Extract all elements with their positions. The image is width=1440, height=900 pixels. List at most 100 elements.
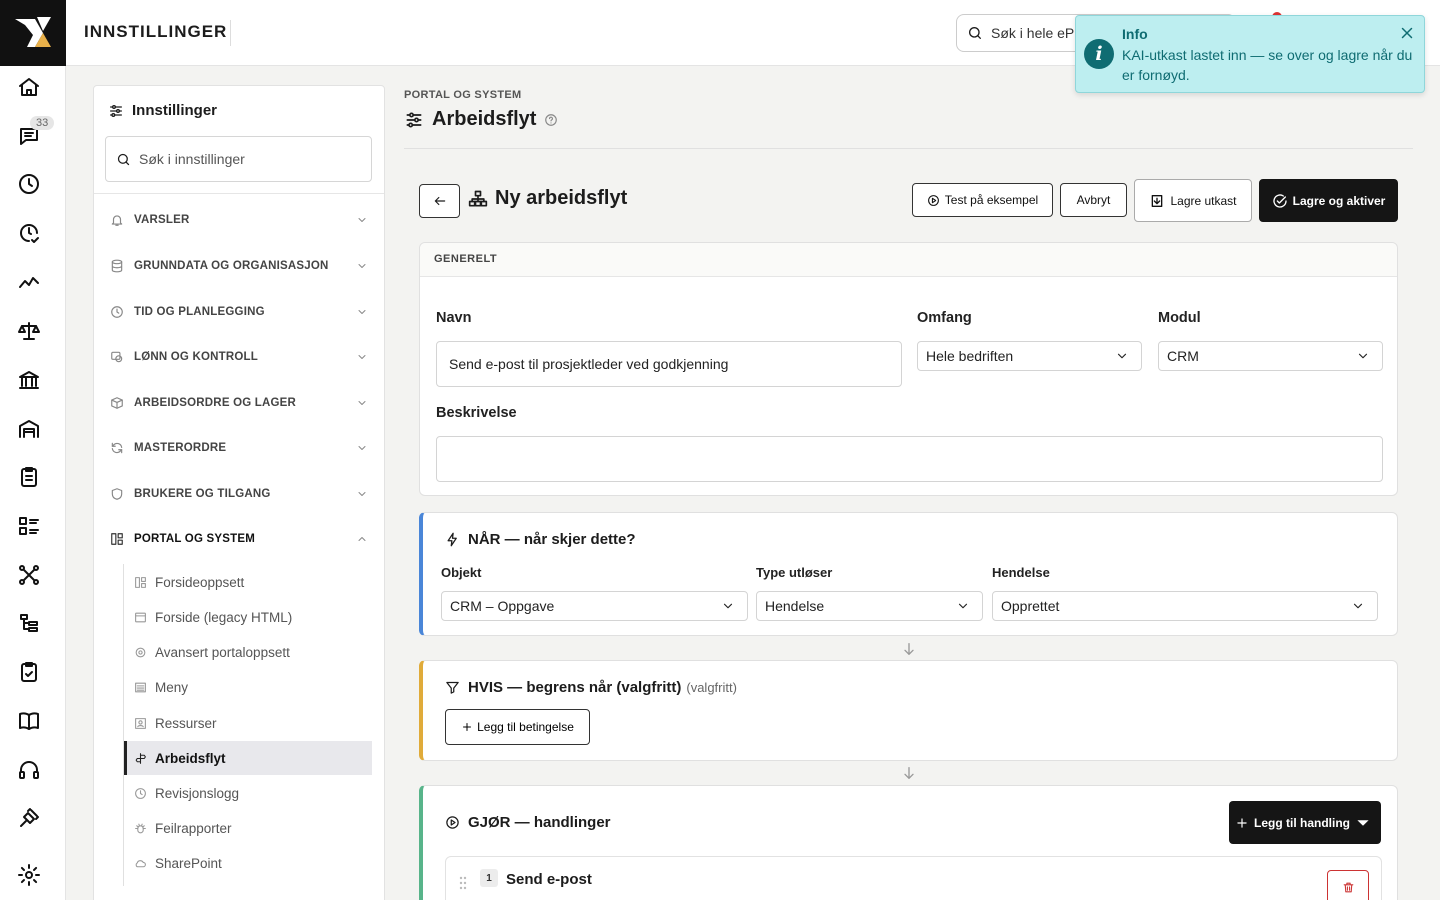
- sidebar-item-sharepoint[interactable]: SharePoint: [124, 846, 372, 880]
- section-masterordre[interactable]: MASTERORDRE: [110, 436, 368, 460]
- section-arbeidsordre[interactable]: ARBEIDSORDRE OG LAGER: [110, 391, 368, 415]
- settings-search-input[interactable]: [139, 151, 359, 167]
- chevron-down-icon: [358, 310, 366, 314]
- chevron-down-icon: [358, 446, 366, 450]
- if-title: HVIS — begrens når (valgfritt): [468, 679, 682, 696]
- event-select[interactable]: Opprettet: [992, 591, 1378, 621]
- do-card: GJØR — handlinger Legg til handling 1 Se…: [419, 785, 1398, 900]
- sidebar-item-ressurser[interactable]: Ressurser: [124, 706, 372, 740]
- module-select[interactable]: CRM: [1158, 341, 1383, 371]
- scale-icon[interactable]: [14, 316, 44, 346]
- trigger-type-label: Type utløser: [756, 565, 833, 580]
- list-details-icon[interactable]: [14, 511, 44, 541]
- clipboard-list-icon[interactable]: [14, 462, 44, 492]
- search-icon: [969, 27, 981, 39]
- sidebar-item-arbeidsflyt[interactable]: Arbeidsflyt: [124, 741, 372, 775]
- chevron-down-icon: [358, 492, 366, 496]
- plus-icon: [463, 723, 472, 731]
- general-header: GENERELT: [420, 243, 1397, 277]
- info-toast: i Info KAI-utkast lastet inn — se over o…: [1075, 15, 1425, 93]
- home-icon[interactable]: [14, 72, 44, 102]
- if-card: HVIS — begrens når (valgfritt) (valgfrit…: [419, 660, 1398, 761]
- section-label: GRUNNDATA OG ORGANISASJON: [134, 260, 329, 272]
- gear-icon[interactable]: [14, 860, 44, 890]
- section-lonn[interactable]: LØNN OG KONTROLL: [110, 345, 368, 369]
- section-portal[interactable]: PORTAL OG SYSTEM: [110, 527, 368, 551]
- when-card: NÅR — når skjer dette? Objekt CRM – Oppg…: [419, 512, 1398, 636]
- section-varsler[interactable]: VARSLER: [110, 208, 368, 232]
- drag-handle-icon[interactable]: [458, 875, 468, 891]
- section-label: ARBEIDSORDRE OG LAGER: [134, 397, 297, 409]
- name-label: Navn: [436, 310, 472, 326]
- save-activate-label: Lagre og aktiver: [1292, 193, 1386, 208]
- save-activate-button[interactable]: Lagre og aktiver: [1259, 179, 1398, 222]
- sidebar-item-label: SharePoint: [155, 855, 222, 871]
- if-optional-note: (valgfritt): [686, 680, 737, 695]
- close-icon[interactable]: [1398, 24, 1416, 42]
- add-condition-button[interactable]: Legg til betingelse: [445, 709, 590, 745]
- cancel-label: Avbryt: [1076, 193, 1111, 207]
- trend-line-icon[interactable]: [14, 267, 44, 297]
- add-condition-label: Legg til betingelse: [477, 720, 574, 734]
- event-label: Hendelse: [992, 565, 1050, 580]
- description-input[interactable]: [449, 451, 1382, 467]
- back-button[interactable]: [419, 184, 460, 218]
- toast-message: KAI-utkast lastet inn — se over og lagre…: [1122, 47, 1413, 83]
- toast-title: Info: [1122, 26, 1148, 42]
- section-label: MASTERORDRE: [134, 442, 227, 454]
- section-brukere[interactable]: BRUKERE OG TILGANG: [110, 482, 368, 506]
- sidebar-title-text: Innstillinger: [132, 102, 218, 119]
- event-value: Opprettet: [1001, 598, 1060, 614]
- object-select[interactable]: CRM – Oppgave: [441, 591, 748, 621]
- cancel-button[interactable]: Avbryt: [1060, 183, 1127, 217]
- scope-select[interactable]: Hele bedriften: [917, 341, 1142, 371]
- description-label: Beskrivelse: [436, 405, 517, 421]
- sidebar-item-forsideoppsett[interactable]: Forsideoppsett: [124, 565, 372, 599]
- headset-icon[interactable]: [14, 755, 44, 785]
- hierarchy-icon[interactable]: [14, 608, 44, 638]
- description-field[interactable]: [436, 436, 1383, 482]
- search-icon: [117, 153, 130, 165]
- bank-icon[interactable]: [14, 365, 44, 395]
- sidebar-item-meny[interactable]: Meny: [124, 670, 372, 704]
- name-input[interactable]: [449, 356, 901, 372]
- delete-action-button[interactable]: [1327, 870, 1369, 900]
- clock-check-icon[interactable]: [14, 218, 44, 248]
- sidebar-item-revisjonslogg[interactable]: Revisjonslogg: [124, 776, 372, 810]
- save-draft-label: Lagre utkast: [1170, 193, 1237, 208]
- module-label: Modul: [1158, 310, 1201, 326]
- section-label: BRUKERE OG TILGANG: [134, 488, 271, 500]
- browser-icon: [135, 612, 146, 622]
- sidebar-item-avansert[interactable]: Avansert portaloppsett: [124, 635, 372, 669]
- clock-icon[interactable]: [14, 169, 44, 199]
- book-icon[interactable]: [14, 706, 44, 736]
- sidebar-item-forside-legacy[interactable]: Forside (legacy HTML): [124, 600, 372, 634]
- arrow-down-icon: [904, 643, 914, 655]
- sidebar-item-feilrapporter[interactable]: Feilrapporter: [124, 811, 372, 845]
- warehouse-icon[interactable]: [14, 414, 44, 444]
- payroll-icon: [111, 351, 123, 363]
- sliders-icon: [110, 104, 122, 117]
- app-logo[interactable]: [0, 0, 66, 66]
- bug-icon: [135, 823, 146, 833]
- check-circle-icon: [1273, 193, 1287, 208]
- org-chart-icon: [468, 190, 488, 206]
- section-grunndata[interactable]: GRUNNDATA OG ORGANISASJON: [110, 254, 368, 278]
- test-example-button[interactable]: Test på eksempel: [912, 183, 1053, 217]
- chevron-down-icon: [723, 603, 733, 609]
- module-value: CRM: [1167, 348, 1199, 364]
- trigger-type-select[interactable]: Hendelse: [756, 591, 983, 621]
- sidebar-item-label: Meny: [155, 679, 189, 695]
- when-header: NÅR — når skjer dette?: [445, 531, 636, 548]
- network-icon[interactable]: [14, 560, 44, 590]
- section-tid[interactable]: TID OG PLANLEGGING: [110, 300, 368, 324]
- name-field[interactable]: [436, 341, 902, 387]
- section-label: VARSLER: [134, 214, 190, 226]
- chevron-down-icon: [358, 264, 366, 268]
- help-circle-icon[interactable]: [544, 113, 558, 127]
- add-action-button[interactable]: Legg til handling: [1229, 801, 1381, 844]
- clipboard-check-icon[interactable]: [14, 657, 44, 687]
- plug-icon[interactable]: [14, 803, 44, 833]
- settings-search[interactable]: [105, 136, 372, 182]
- save-draft-button[interactable]: Lagre utkast: [1134, 179, 1252, 222]
